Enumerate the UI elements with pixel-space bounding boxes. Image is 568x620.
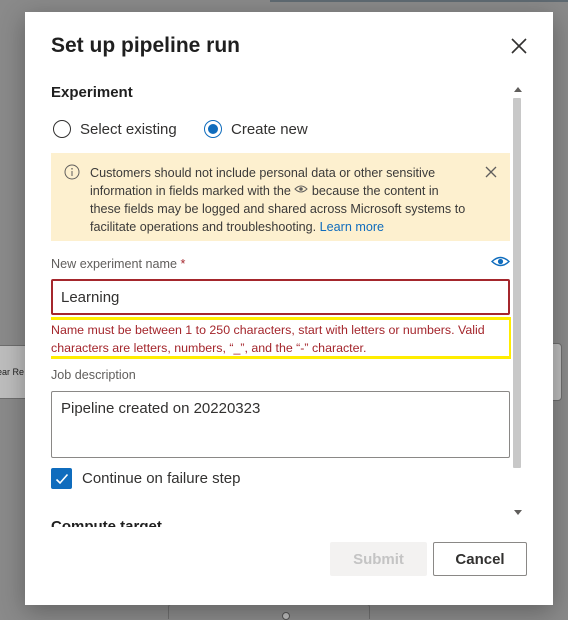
dialog-body[interactable]: Experiment Select existing Create new Cu… — [51, 82, 511, 527]
experiment-name-input[interactable] — [51, 279, 510, 315]
eye-icon — [294, 185, 309, 193]
privacy-info-banner: Customers should not include personal da… — [51, 153, 510, 241]
banner-close-icon[interactable] — [484, 165, 498, 179]
scrollbar-thumb[interactable] — [513, 98, 521, 468]
eye-icon[interactable] — [491, 255, 510, 268]
submit-button[interactable]: Submit — [330, 542, 427, 576]
compute-target-section-label: Compute target — [51, 518, 162, 527]
required-marker: * — [180, 257, 186, 271]
job-description-input[interactable]: Pipeline created on 20220323 — [51, 391, 510, 458]
background-top-bar — [270, 0, 568, 2]
radio-select-existing[interactable]: Select existing — [53, 120, 177, 138]
radio-create-new[interactable]: Create new — [204, 120, 308, 138]
scroll-up-icon[interactable] — [514, 86, 522, 92]
experiment-name-error: Name must be between 1 to 250 characters… — [51, 323, 485, 355]
radio-create-new-label: Create new — [231, 120, 308, 138]
info-icon — [64, 164, 80, 180]
scroll-down-icon[interactable] — [514, 510, 522, 516]
radio-unchecked-icon — [53, 120, 71, 138]
experiment-section-label: Experiment — [51, 84, 133, 101]
radio-checked-icon — [204, 120, 222, 138]
dialog-title: Set up pipeline run — [51, 34, 241, 57]
close-icon — [511, 38, 527, 54]
pipeline-run-dialog: Set up pipeline run Experiment Select ex… — [25, 12, 553, 605]
continue-on-failure-checkbox[interactable]: Continue on failure step — [51, 468, 240, 489]
background-node-port — [282, 612, 290, 620]
dialog-scrollbar[interactable] — [511, 84, 523, 522]
radio-select-existing-label: Select existing — [80, 120, 177, 138]
checkbox-checked-icon — [51, 468, 72, 489]
cancel-button[interactable]: Cancel — [433, 542, 527, 576]
background-node-bottom — [168, 604, 370, 619]
continue-on-failure-label: Continue on failure step — [82, 470, 241, 487]
job-description-label: Job description — [51, 368, 136, 382]
learn-more-link[interactable]: Learn more — [320, 220, 384, 234]
experiment-name-label-text: New experiment name — [51, 257, 177, 271]
experiment-name-label: New experiment name * — [51, 257, 185, 271]
banner-message: Customers should not include personal da… — [90, 164, 470, 236]
close-button[interactable] — [507, 34, 531, 58]
